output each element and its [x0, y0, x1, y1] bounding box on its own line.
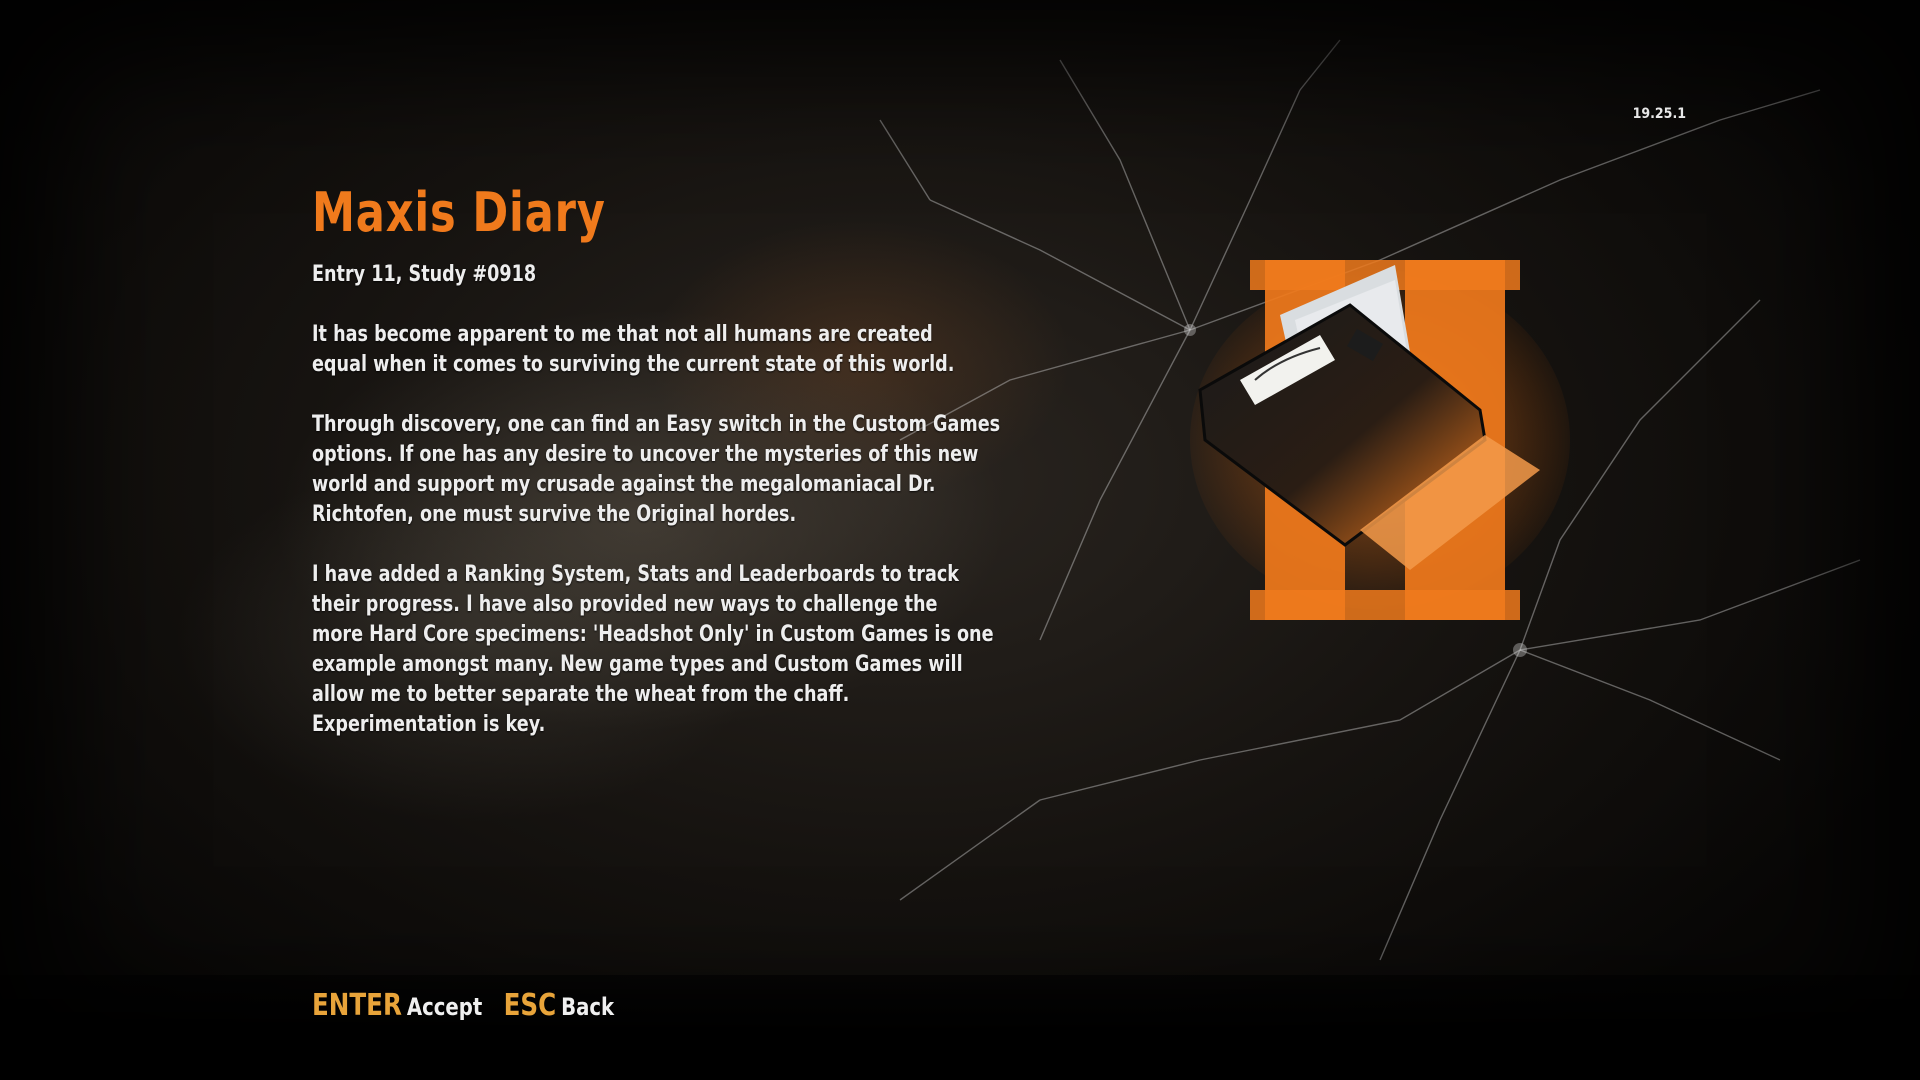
accept-button[interactable]: ENTER Accept — [312, 988, 482, 1023]
entry-subtitle: Entry 11, Study #0918 — [312, 262, 537, 287]
diary-paragraph: Through discovery, one can find an Easy … — [312, 412, 1001, 527]
maxis-diary-folder-icon — [1190, 260, 1570, 620]
menu-background: 19.25.1 Maxis Diary Entry 11, Study #091… — [0, 0, 1920, 1080]
back-label[interactable]: Back — [561, 993, 614, 1021]
enter-key-label[interactable]: ENTER — [312, 988, 402, 1023]
accept-label[interactable]: Accept — [407, 993, 482, 1021]
button-prompts: ENTER Accept ESC Back — [312, 988, 635, 1028]
version-label: 19.25.1 — [1632, 106, 1686, 122]
footer-bar — [0, 975, 1920, 1080]
diary-paragraph: It has become apparent to me that not al… — [312, 322, 955, 377]
diary-paragraph: I have added a Ranking System, Stats and… — [312, 562, 994, 737]
esc-key-label[interactable]: ESC — [504, 988, 557, 1023]
diary-panel: Maxis Diary Entry 11, Study #0918 It has… — [312, 178, 1012, 740]
page-title: Maxis Diary — [312, 181, 606, 244]
back-button[interactable]: ESC Back — [504, 988, 615, 1023]
